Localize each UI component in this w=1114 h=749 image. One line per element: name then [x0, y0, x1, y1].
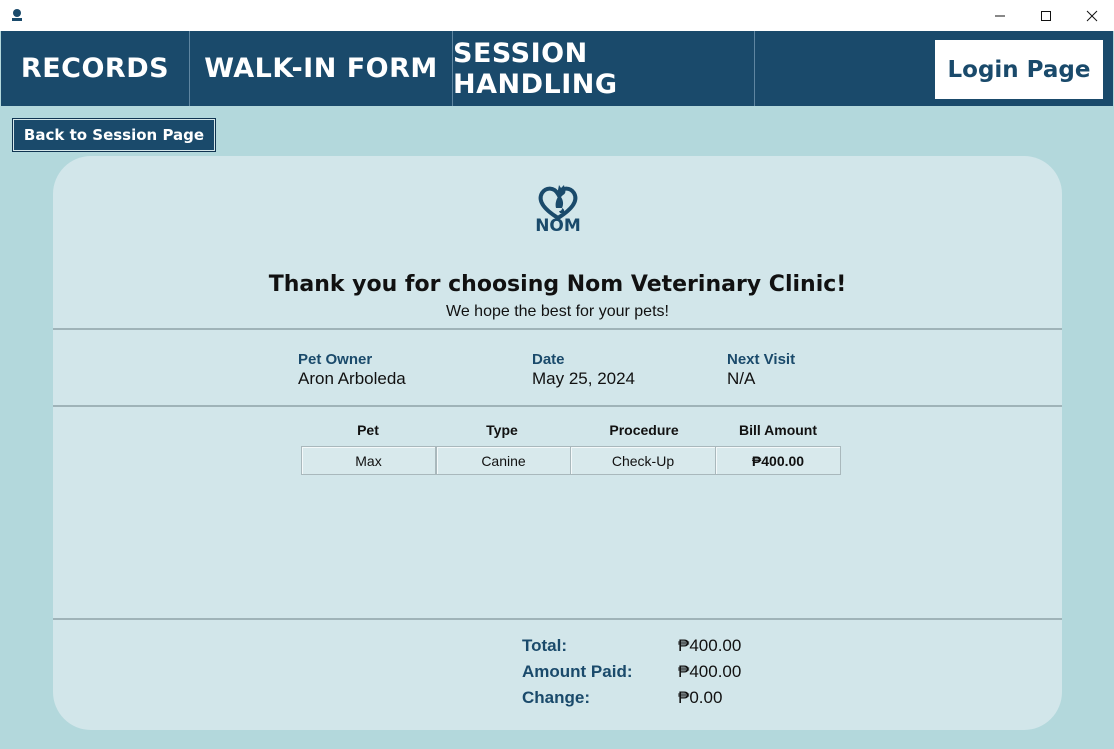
col-header-bill-amount: Bill Amount: [738, 422, 818, 438]
logo-text: NOM: [535, 216, 581, 236]
cell-procedure: Check-Up: [570, 446, 716, 475]
minimize-icon: [995, 15, 1005, 16]
maximize-icon: [1041, 10, 1051, 21]
amount-paid-value: ₱400.00: [678, 662, 742, 681]
maximize-button[interactable]: [1023, 0, 1069, 31]
next-visit-label: Next Visit: [727, 351, 796, 368]
date-label: Date: [532, 351, 565, 368]
change-value: ₱0.00: [678, 688, 723, 707]
receipt-title: Thank you for choosing Nom Veterinary Cl…: [268, 272, 847, 297]
nom-logo-icon: [12, 9, 22, 21]
total-label: Total:: [522, 636, 568, 655]
cell-bill-amount: ₱400.00: [715, 446, 841, 475]
pet-owner-label: Pet Owner: [298, 351, 373, 368]
cell-pet: Max: [301, 446, 436, 475]
total-value: ₱400.00: [678, 636, 742, 655]
col-header-procedure: Procedure: [609, 422, 679, 438]
divider: [53, 328, 1062, 330]
login-page-button[interactable]: Login Page: [935, 40, 1103, 99]
close-icon: [1086, 10, 1098, 21]
window-titlebar: [0, 0, 1114, 31]
col-header-type: Type: [486, 422, 518, 438]
divider: [53, 405, 1062, 407]
date-value: May 25, 2024: [532, 369, 636, 388]
main-nav: RECORDS WALK-IN FORM SESSION HANDLING Lo…: [1, 31, 1113, 106]
change-label: Change:: [522, 688, 590, 707]
minimize-button[interactable]: [977, 0, 1023, 31]
tab-walk-in-form[interactable]: WALK-IN FORM: [190, 31, 453, 106]
cat-icon: [555, 185, 566, 214]
tab-session-handling[interactable]: SESSION HANDLING: [453, 31, 755, 106]
receipt-card: NOM Thank you for choosing Nom Veterinar…: [53, 156, 1062, 730]
tab-records[interactable]: RECORDS: [1, 31, 190, 106]
back-to-session-button[interactable]: Back to Session Page: [12, 118, 216, 152]
clinic-logo: NOM: [535, 185, 581, 236]
receipt-subtitle: We hope the best for your pets!: [446, 303, 669, 320]
next-visit-value: N/A: [727, 369, 756, 388]
divider: [53, 618, 1062, 620]
col-header-pet: Pet: [357, 422, 379, 438]
cell-type: Canine: [436, 446, 571, 475]
pet-owner-value: Aron Arboleda: [298, 369, 406, 388]
close-button[interactable]: [1069, 0, 1114, 31]
amount-paid-label: Amount Paid:: [522, 662, 633, 681]
